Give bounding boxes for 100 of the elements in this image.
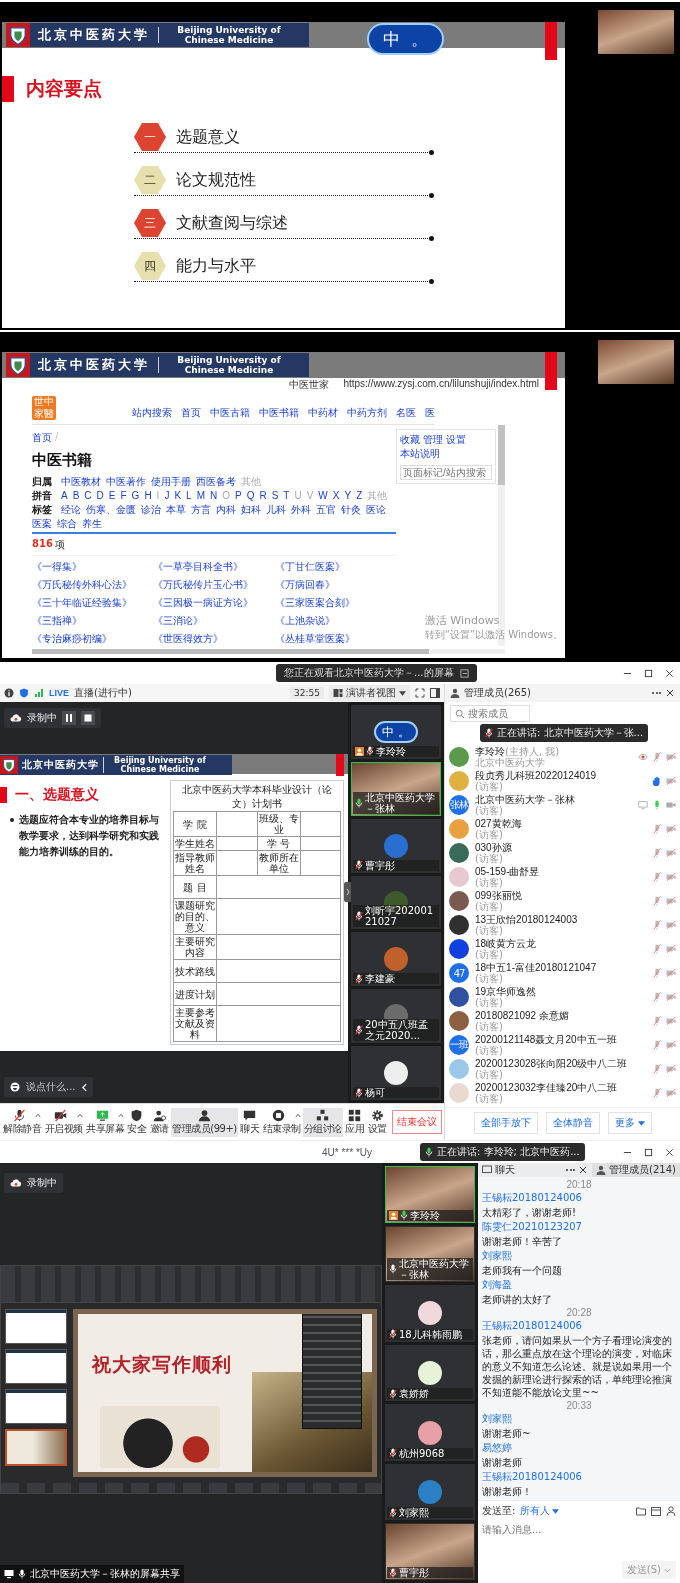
video-tile[interactable]: 20中五八班孟之元2020... (351, 989, 441, 1044)
close-icon[interactable] (578, 1165, 589, 1175)
end-meeting-button[interactable]: 结束会议 (392, 1110, 443, 1134)
filter-link[interactable]: S (271, 490, 279, 501)
filter-link[interactable]: 内科 (216, 503, 236, 517)
chevron-left-icon[interactable] (81, 1082, 87, 1092)
info-icon[interactable] (4, 688, 14, 698)
member-row[interactable]: 20200123028张向阳20级中八二班 (访客) (449, 1057, 676, 1081)
muted-mic-icon[interactable] (652, 896, 662, 906)
filter-link[interactable]: W (318, 490, 328, 501)
filter-link[interactable]: 本草 (166, 503, 186, 517)
video-off-icon[interactable] (666, 824, 676, 834)
toolbar-button[interactable]: 共享屏幕 (84, 1107, 126, 1137)
toolbar-button[interactable]: 分组讨论 (302, 1107, 344, 1137)
filter-link[interactable]: P (235, 490, 242, 501)
member-row[interactable]: 18岐黄方云龙 (访客) (449, 937, 676, 961)
video-off-icon[interactable] (666, 752, 676, 762)
video-tile[interactable]: 北京中医药大学－张林 (385, 1225, 475, 1283)
video-off-icon[interactable] (666, 920, 676, 930)
slide-thumbnail-drawing[interactable] (5, 1388, 67, 1424)
breadcrumb-link[interactable]: 首页 (32, 431, 52, 445)
message-sender[interactable]: 刘海盈 (482, 1278, 512, 1292)
book-link[interactable]: 《丛桂草堂医案》 (274, 632, 396, 646)
toolbar-button[interactable]: 设置 (366, 1107, 389, 1137)
caret-icon[interactable] (35, 1112, 42, 1118)
filter-link[interactable]: 经论 (61, 503, 81, 517)
video-off-icon[interactable] (666, 992, 676, 1002)
video-tile[interactable]: 李建豪 (351, 932, 441, 987)
slide-thumbnail-drawing[interactable] (5, 1348, 67, 1384)
member-row[interactable]: 段贞秀儿科班20220124019 (访客) (449, 769, 676, 793)
filter-link[interactable]: Y (344, 490, 352, 501)
filter-link[interactable]: 中医教材 (61, 475, 101, 489)
filter-link[interactable]: 诊治 (141, 503, 161, 517)
toolbar-button[interactable]: 管理成员(99+) (171, 1107, 238, 1137)
shield-icon[interactable] (19, 688, 29, 698)
message-sender[interactable]: 刘家熙 (482, 1412, 512, 1426)
filter-link[interactable]: B (72, 490, 80, 501)
tab-label[interactable]: 聊天 (495, 1163, 515, 1177)
book-link[interactable]: 《专治麻痧初编》 (32, 632, 154, 646)
muted-mic-icon[interactable] (652, 1064, 662, 1074)
toolbar-button[interactable]: 聊天 (238, 1107, 261, 1137)
filter-link[interactable]: 儿科 (266, 503, 286, 517)
filter-link[interactable]: 外科 (291, 503, 311, 517)
filter-link[interactable]: 医案 (32, 517, 52, 531)
input-method-indicator[interactable]: 中 。 (367, 23, 444, 55)
member-action-button[interactable]: 全体静音 (545, 1112, 600, 1134)
muted-mic-icon[interactable] (652, 1040, 662, 1050)
filter-link[interactable]: L (186, 490, 192, 501)
muted-mic-icon[interactable] (652, 920, 662, 930)
video-tile[interactable]: 杭州9068 (385, 1404, 475, 1461)
calendar-icon[interactable] (651, 1506, 661, 1516)
search-field[interactable]: 页面标记/站内搜索 (400, 465, 492, 480)
message-sender[interactable]: 陈雯仁20210123207 (482, 1220, 582, 1234)
filter-link[interactable]: E (108, 490, 116, 501)
video-tile[interactable]: 曹宇彤 (385, 1523, 475, 1581)
toolbar-button[interactable]: 安全 (126, 1107, 148, 1137)
book-link[interactable]: 《上池杂说》 (274, 614, 396, 628)
video-off-icon[interactable] (666, 848, 676, 858)
maximize-icon[interactable] (644, 1147, 653, 1157)
book-link[interactable]: 《三消论》 (153, 614, 275, 628)
search-field[interactable]: 搜索成员 (450, 705, 530, 722)
book-link[interactable]: 《一草亭目科全书》 (153, 560, 275, 574)
video-off-icon[interactable] (666, 872, 676, 882)
filter-link[interactable]: 中医著作 (106, 475, 146, 489)
filter-link[interactable]: T (283, 490, 290, 501)
slide-thumbnail-drawing[interactable] (5, 1308, 67, 1344)
message-sender[interactable]: 王锡耘20180124006 (482, 1319, 582, 1333)
video-tile[interactable]: 杨可 (351, 1046, 441, 1100)
caret-icon[interactable] (76, 1112, 83, 1118)
member-row[interactable]: 19京华师逸然 (访客) (449, 985, 676, 1009)
message-input[interactable]: 请输入消息... (478, 1521, 680, 1559)
muted-mic-icon[interactable] (652, 752, 662, 762)
video-tile[interactable]: 刘家熙 (385, 1463, 475, 1521)
filter-link[interactable]: R (259, 490, 267, 501)
filter-link[interactable]: Q (246, 490, 255, 501)
video-off-icon[interactable] (666, 1016, 676, 1026)
close-icon[interactable] (665, 688, 675, 698)
book-link[interactable]: 《万氏秘传片玉心书》 (153, 578, 275, 592)
sidebar-icon[interactable] (430, 688, 440, 698)
message-sender[interactable]: 刘家熙 (482, 1249, 512, 1263)
filter-link[interactable]: H (144, 490, 152, 501)
member-row[interactable]: 13王欣怡20180124003 (访客) (449, 913, 676, 937)
nav-link[interactable]: 中医书籍 (259, 406, 299, 420)
filter-link[interactable]: 五官 (316, 503, 336, 517)
members-tab[interactable]: 管理成员(214) (592, 1163, 680, 1177)
recipient-dropdown[interactable]: 所有人 (520, 1504, 560, 1518)
member-action-button[interactable]: 全部手放下 (473, 1112, 538, 1134)
horizontal-scrollbar[interactable] (32, 649, 505, 654)
video-tile[interactable]: 李玲玲 (385, 1166, 475, 1223)
side-link[interactable]: 设置 (446, 433, 466, 447)
emoji-icon[interactable] (10, 1082, 20, 1092)
member-row[interactable]: 05-159-曲舒昱 (访客) (449, 865, 676, 889)
book-link[interactable]: 《三家医案合刻》 (274, 596, 396, 610)
member-row[interactable]: 20180821092 余意媚 (访客) (449, 1009, 676, 1033)
video-tile[interactable]: 北京中医药大学－张林 (351, 761, 441, 816)
message-sender[interactable]: 王锡耘20180124006 (482, 1470, 582, 1484)
muted-mic-icon[interactable] (652, 824, 662, 834)
toolbar-button[interactable]: 应用 (344, 1107, 366, 1137)
caret-icon[interactable] (294, 1112, 301, 1118)
filter-link[interactable]: 西医备考 (196, 475, 236, 489)
